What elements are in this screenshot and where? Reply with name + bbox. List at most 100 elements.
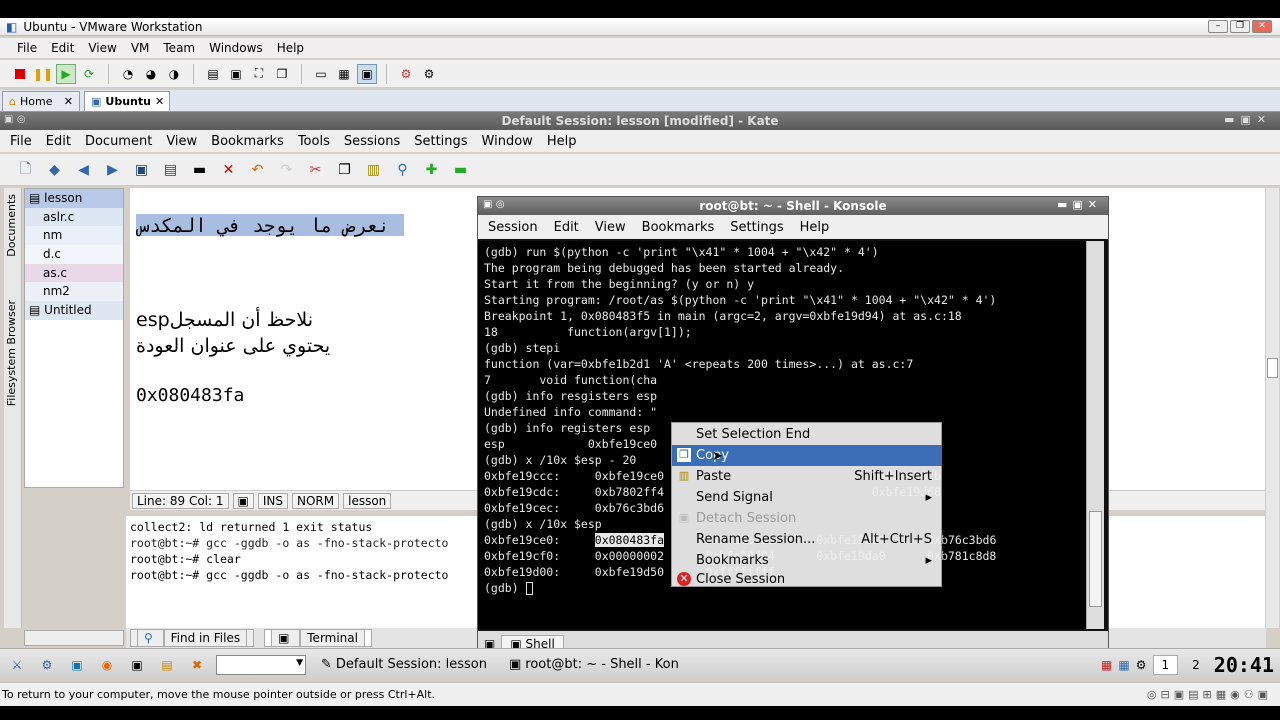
task-kate[interactable]: ✎ Default Session: lesson	[314, 654, 494, 676]
pager-desktop-1[interactable]: 1	[1152, 654, 1179, 675]
menu-item-bookmarks[interactable]: Bookmarks ▸	[672, 550, 942, 571]
zoom-in-icon[interactable]: ✚	[420, 158, 443, 181]
terminal-icon[interactable]: ▣	[126, 654, 148, 676]
konsole-menu-help[interactable]: Help	[794, 220, 836, 235]
zoom-out-icon[interactable]: ▬	[449, 158, 472, 181]
document-item-untitled[interactable]: ▤ Untitled	[25, 301, 123, 320]
snapshot-icon[interactable]: ◔	[118, 64, 138, 84]
firefox-icon[interactable]: ◉	[96, 654, 118, 676]
print-icon[interactable]: ▬	[188, 158, 211, 181]
menu-item-rename-session[interactable]: Rename Session... Alt+Ctrl+S	[672, 529, 942, 550]
fit-view-icon[interactable]: ▣	[357, 63, 377, 84]
tab-terminal[interactable]: ▣ Terminal	[264, 629, 372, 647]
document-item-nm2[interactable]: nm2	[25, 282, 123, 302]
document-item-d[interactable]: d.c	[25, 245, 123, 264]
insert-mode[interactable]: INS	[257, 492, 288, 509]
save-icon[interactable]: ▣	[130, 158, 153, 181]
document-item-nm[interactable]: nm	[25, 226, 123, 246]
konsole-menu-bookmarks[interactable]: Bookmarks	[636, 220, 721, 235]
kate-menu-edit[interactable]: Edit	[40, 134, 77, 149]
tab-home[interactable]: ⌂ Home ✕	[2, 91, 80, 111]
vm-menu-file[interactable]: File	[12, 41, 42, 55]
document-item-aslr[interactable]: aslr.c	[25, 207, 123, 227]
undo-icon[interactable]: ↶	[246, 158, 269, 181]
flag-icon[interactable]: ▦	[1101, 658, 1112, 672]
reset-icon[interactable]: ⟳	[79, 64, 99, 84]
file-manager-icon[interactable]: ▤	[156, 654, 178, 676]
menu-item-set-selection-end[interactable]: Set Selection End	[672, 424, 942, 445]
kate-menu-window[interactable]: Window	[476, 134, 539, 149]
back-icon[interactable]: ◀	[72, 158, 95, 181]
kate-menu-sessions[interactable]: Sessions	[338, 134, 406, 149]
konsole-menu-session[interactable]: Session	[482, 220, 544, 235]
kate-menu-tools[interactable]: Tools	[292, 134, 336, 149]
vm-menu-team[interactable]: Team	[158, 41, 200, 55]
selection-mode[interactable]: NORM	[291, 492, 340, 509]
scroll-thumb[interactable]	[1267, 358, 1278, 378]
revert-snapshot-icon[interactable]: ◕	[141, 64, 161, 84]
power-on-icon[interactable]: ▶	[56, 63, 76, 84]
window-menu-icon[interactable]: ▣ ◎	[4, 114, 26, 125]
tab-ubuntu[interactable]: ▣ Ubuntu ✕	[84, 91, 170, 111]
konsole-menu-view[interactable]: View	[589, 220, 632, 235]
kate-menu-settings[interactable]: Settings	[408, 134, 473, 149]
window-menu-icon[interactable]: ▣ ◎	[483, 199, 505, 210]
vm-menu-help[interactable]: Help	[272, 41, 309, 55]
tray-settings-icon[interactable]: ⚙	[1136, 658, 1147, 672]
forward-icon[interactable]: ▶	[101, 158, 124, 181]
document-item-as[interactable]: as.c	[25, 263, 123, 283]
vm-menu-windows[interactable]: Windows	[204, 41, 268, 55]
tools-icon[interactable]: ✖	[186, 654, 208, 676]
close-tab-icon[interactable]: ✕	[64, 95, 73, 108]
editor-scrollbar[interactable]	[1265, 188, 1279, 628]
close-document-icon[interactable]: ✕	[217, 158, 240, 181]
vm-menu-vm[interactable]: VM	[126, 41, 155, 55]
konsole-menu-settings[interactable]: Settings	[724, 220, 789, 235]
quick-switch-icon[interactable]: ▣	[226, 64, 246, 84]
kate-window-controls[interactable]: ▬▣✕	[1224, 113, 1272, 126]
open-icon[interactable]: ◆	[43, 158, 66, 181]
filesystem-browser-side-tab[interactable]: Filesystem Browser	[5, 300, 18, 406]
minimize-button[interactable]: –	[1208, 20, 1228, 33]
close-tab-icon[interactable]: ✕	[155, 95, 164, 108]
console-view-icon[interactable]: ▭	[311, 64, 331, 84]
chevron-down-icon[interactable]: ▼	[296, 658, 303, 668]
task-konsole[interactable]: ▣ root@bt: ~ - Shell - Kon	[502, 654, 686, 676]
power-off-icon[interactable]	[10, 64, 30, 84]
device-status-icons[interactable]: ◎⊟▣▤⊞▦◉⚇▣	[1147, 688, 1280, 701]
konsole-menu-edit[interactable]: Edit	[548, 220, 585, 235]
network-icon[interactable]: ▦	[1118, 658, 1129, 672]
kde-menu-icon[interactable]: ⚔	[6, 654, 28, 676]
copy-icon[interactable]: ❐	[333, 158, 356, 181]
redo-icon[interactable]: ↷	[275, 158, 298, 181]
preferences-icon[interactable]: ⚙	[419, 64, 439, 84]
close-button[interactable]: ✕	[1252, 20, 1272, 33]
documents-side-tab[interactable]: Documents	[5, 194, 18, 257]
desktop-icon[interactable]: ▣	[66, 654, 88, 676]
paste-icon[interactable]: ▥	[362, 158, 385, 181]
vm-menu-edit[interactable]: Edit	[46, 41, 79, 55]
sidebar-view-icon[interactable]: ▤	[203, 64, 223, 84]
suspend-icon[interactable]: ❚❚	[33, 64, 53, 84]
thumbnail-view-icon[interactable]: ▦	[334, 64, 354, 84]
kate-menu-view[interactable]: View	[160, 134, 203, 149]
kate-menu-file[interactable]: File	[4, 134, 38, 149]
network-icon[interactable]: ⚙	[396, 64, 416, 84]
document-list-scrollbar[interactable]	[24, 630, 124, 646]
kate-menu-help[interactable]: Help	[541, 134, 583, 149]
unity-icon[interactable]: ❐	[272, 64, 292, 84]
vm-menu-view[interactable]: View	[83, 41, 121, 55]
menu-item-send-signal[interactable]: Send Signal ▸	[672, 487, 942, 508]
system-settings-icon[interactable]: ⚙	[36, 654, 58, 676]
new-document-icon[interactable]: 🗋	[14, 158, 37, 181]
snapshot-manager-icon[interactable]: ◑	[164, 64, 184, 84]
kate-menu-bookmarks[interactable]: Bookmarks	[205, 134, 290, 149]
konsole-window-controls[interactable]: ▬▣✕	[1057, 198, 1102, 211]
scroll-thumb[interactable]	[1089, 511, 1102, 607]
menu-item-close-session[interactable]: ✕ Close Session	[672, 571, 942, 587]
document-item-lesson[interactable]: ▤ lesson	[25, 189, 123, 208]
kate-menu-document[interactable]: Document	[79, 134, 158, 149]
cut-icon[interactable]: ✂	[304, 158, 327, 181]
task-search-field[interactable]: ▼	[216, 654, 306, 675]
clock[interactable]: 20:41	[1214, 653, 1274, 677]
